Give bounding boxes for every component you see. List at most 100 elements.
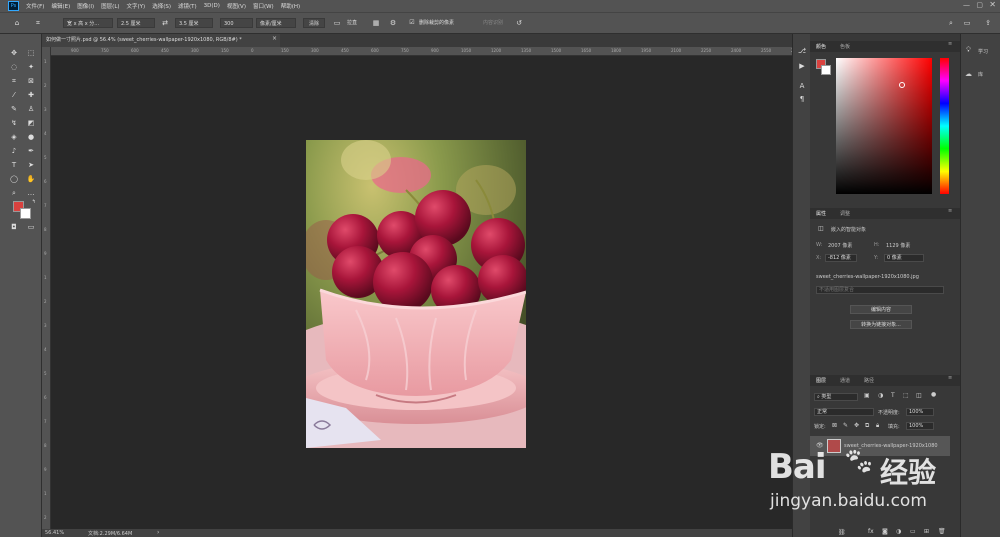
ratio-dropdown[interactable]: 宽 x 高 x 分...: [63, 18, 113, 28]
filter-pixel-icon[interactable]: ▣: [864, 392, 870, 399]
h-value[interactable]: 1129 像素: [886, 242, 910, 249]
tab-adjustments[interactable]: 调整: [840, 210, 850, 217]
brush-tool-icon[interactable]: ✎: [8, 104, 20, 115]
color-panel-background-swatch[interactable]: [821, 65, 831, 75]
paragraph-icon[interactable]: ¶: [796, 94, 808, 105]
filter-smart-object-icon[interactable]: ◫: [916, 392, 922, 399]
tab-layers[interactable]: 图层: [816, 377, 826, 384]
tab-channels[interactable]: 通道: [840, 377, 850, 384]
move-tool-icon[interactable]: ✥: [8, 48, 20, 59]
zoom-level[interactable]: 56.41%: [45, 530, 64, 536]
document-tab[interactable]: 如何做一寸照片.psd @ 56.4% (sweet_cherries-wall…: [42, 34, 281, 47]
menu-3d[interactable]: 3D(D): [204, 3, 220, 9]
cherries-photo[interactable]: [306, 140, 526, 448]
menu-help[interactable]: 帮助(H): [281, 2, 300, 10]
link-layers-icon[interactable]: ⛓︎: [838, 529, 846, 536]
edit-contents-button[interactable]: 编辑内容: [850, 305, 912, 314]
lock-artboard-icon[interactable]: ⧉: [865, 422, 869, 430]
crop-tool-icon[interactable]: ⌗: [8, 76, 20, 87]
resolution-unit-dropdown[interactable]: 像素/厘米: [256, 18, 296, 28]
magic-wand-tool-icon[interactable]: ✦: [25, 62, 37, 73]
filter-toggle-icon[interactable]: ●: [931, 391, 936, 398]
history-brush-tool-icon[interactable]: ↯: [8, 118, 20, 129]
frame-tool-icon[interactable]: ⊠: [25, 76, 37, 87]
delete-cropped-checkbox[interactable]: ☑: [407, 18, 417, 28]
clone-stamp-tool-icon[interactable]: ♙: [25, 104, 37, 115]
panel-menu-icon[interactable]: ≡: [948, 375, 952, 381]
fill-field[interactable]: 100%: [906, 422, 934, 430]
w-value[interactable]: 2007 像素: [828, 242, 852, 249]
new-group-icon[interactable]: ▭: [910, 528, 916, 535]
swap-colors-icon[interactable]: ↰: [28, 197, 40, 208]
grid-overlay-icon[interactable]: ▦: [371, 18, 381, 28]
history-icon[interactable]: ⎇: [796, 46, 808, 57]
menu-type[interactable]: 文字(Y): [127, 2, 146, 10]
status-arrow-icon[interactable]: ›: [157, 529, 159, 536]
hue-slider[interactable]: [940, 58, 949, 194]
tab-properties[interactable]: 属性: [816, 210, 826, 217]
character-icon[interactable]: A: [796, 81, 808, 92]
minimize-icon[interactable]: —: [963, 1, 970, 9]
tab-color[interactable]: 颜色: [816, 43, 826, 50]
delete-layer-icon[interactable]: 🗑︎: [938, 528, 946, 535]
lasso-tool-icon[interactable]: ◌: [8, 62, 20, 73]
workspace-icon[interactable]: ▭: [962, 18, 972, 28]
lightbulb-icon[interactable]: 💡︎: [966, 46, 971, 55]
maximize-icon[interactable]: ▢: [976, 1, 983, 9]
search-icon[interactable]: ⌕: [946, 18, 956, 28]
learn-label[interactable]: 学习: [978, 48, 988, 55]
crop-tool-icon[interactable]: ⌗: [33, 18, 43, 28]
swap-icon[interactable]: ⇄: [160, 18, 170, 28]
quick-mask-icon[interactable]: ◘: [8, 222, 20, 233]
menu-image[interactable]: 图像(I): [77, 2, 94, 10]
convert-to-linked-button[interactable]: 转换为链接对象...: [850, 320, 912, 329]
menu-file[interactable]: 文件(F): [26, 2, 44, 10]
resolution-field[interactable]: 300: [220, 18, 253, 28]
new-layer-icon[interactable]: ⊞: [924, 528, 929, 535]
library-label[interactable]: 库: [978, 71, 983, 78]
menu-window[interactable]: 窗口(W): [253, 2, 274, 10]
zoom-tool-icon[interactable]: ⌕: [8, 188, 20, 199]
lock-image-icon[interactable]: ✎: [843, 422, 848, 429]
pen-tool-icon[interactable]: ✒: [25, 146, 37, 157]
hand-tool-icon[interactable]: ✋: [25, 174, 37, 185]
layer-style-icon[interactable]: fx: [868, 528, 874, 535]
x-field[interactable]: -812 像素: [825, 254, 857, 262]
panel-menu-icon[interactable]: ≡: [948, 208, 952, 214]
tab-close-icon[interactable]: ×: [272, 35, 277, 42]
menu-select[interactable]: 选择(S): [152, 2, 171, 10]
opacity-field[interactable]: 100%: [906, 408, 934, 416]
blend-mode-dropdown[interactable]: 正常: [814, 408, 874, 416]
healing-brush-tool-icon[interactable]: ✚: [25, 90, 37, 101]
color-picker-field[interactable]: [836, 58, 932, 194]
gear-icon[interactable]: ⚙: [388, 18, 398, 28]
menu-filter[interactable]: 滤镜(T): [178, 2, 197, 10]
layer-filter-dropdown[interactable]: ⌕ 类型: [814, 393, 858, 401]
lock-all-icon[interactable]: 🔒︎: [876, 422, 879, 430]
menu-view[interactable]: 视图(V): [227, 2, 246, 10]
reset-icon[interactable]: ↺: [514, 18, 524, 28]
eraser-tool-icon[interactable]: ◩: [25, 118, 37, 129]
dodge-tool-icon[interactable]: ♪: [8, 146, 20, 157]
path-selection-tool-icon[interactable]: ➤: [25, 160, 37, 171]
lock-position-icon[interactable]: ✥: [854, 422, 859, 429]
filter-shape-icon[interactable]: ⬚: [903, 392, 909, 399]
width-field[interactable]: 2.5 厘米: [117, 18, 155, 28]
y-field[interactable]: 0 像素: [884, 254, 924, 262]
home-icon[interactable]: ⌂: [12, 18, 22, 28]
filter-type-icon[interactable]: T: [891, 392, 895, 399]
color-picker-cursor[interactable]: [899, 82, 905, 88]
straighten-icon[interactable]: ▭: [332, 18, 342, 28]
tab-swatches[interactable]: 色板: [840, 43, 850, 50]
clear-button[interactable]: 清除: [303, 18, 325, 28]
close-icon[interactable]: ✕: [989, 0, 996, 9]
add-mask-icon[interactable]: ◙: [882, 528, 888, 535]
menu-layer[interactable]: 图层(L): [101, 2, 119, 10]
paint-bucket-tool-icon[interactable]: ◈: [8, 132, 20, 143]
library-cloud-icon[interactable]: ☁︎: [965, 70, 972, 78]
height-field[interactable]: 3.5 厘米: [175, 18, 213, 28]
screen-mode-icon[interactable]: ▭: [25, 222, 37, 233]
adjustment-layer-icon[interactable]: ◑: [896, 528, 901, 535]
eyedropper-tool-icon[interactable]: ⁄: [8, 90, 20, 101]
tab-paths[interactable]: 路径: [864, 377, 874, 384]
